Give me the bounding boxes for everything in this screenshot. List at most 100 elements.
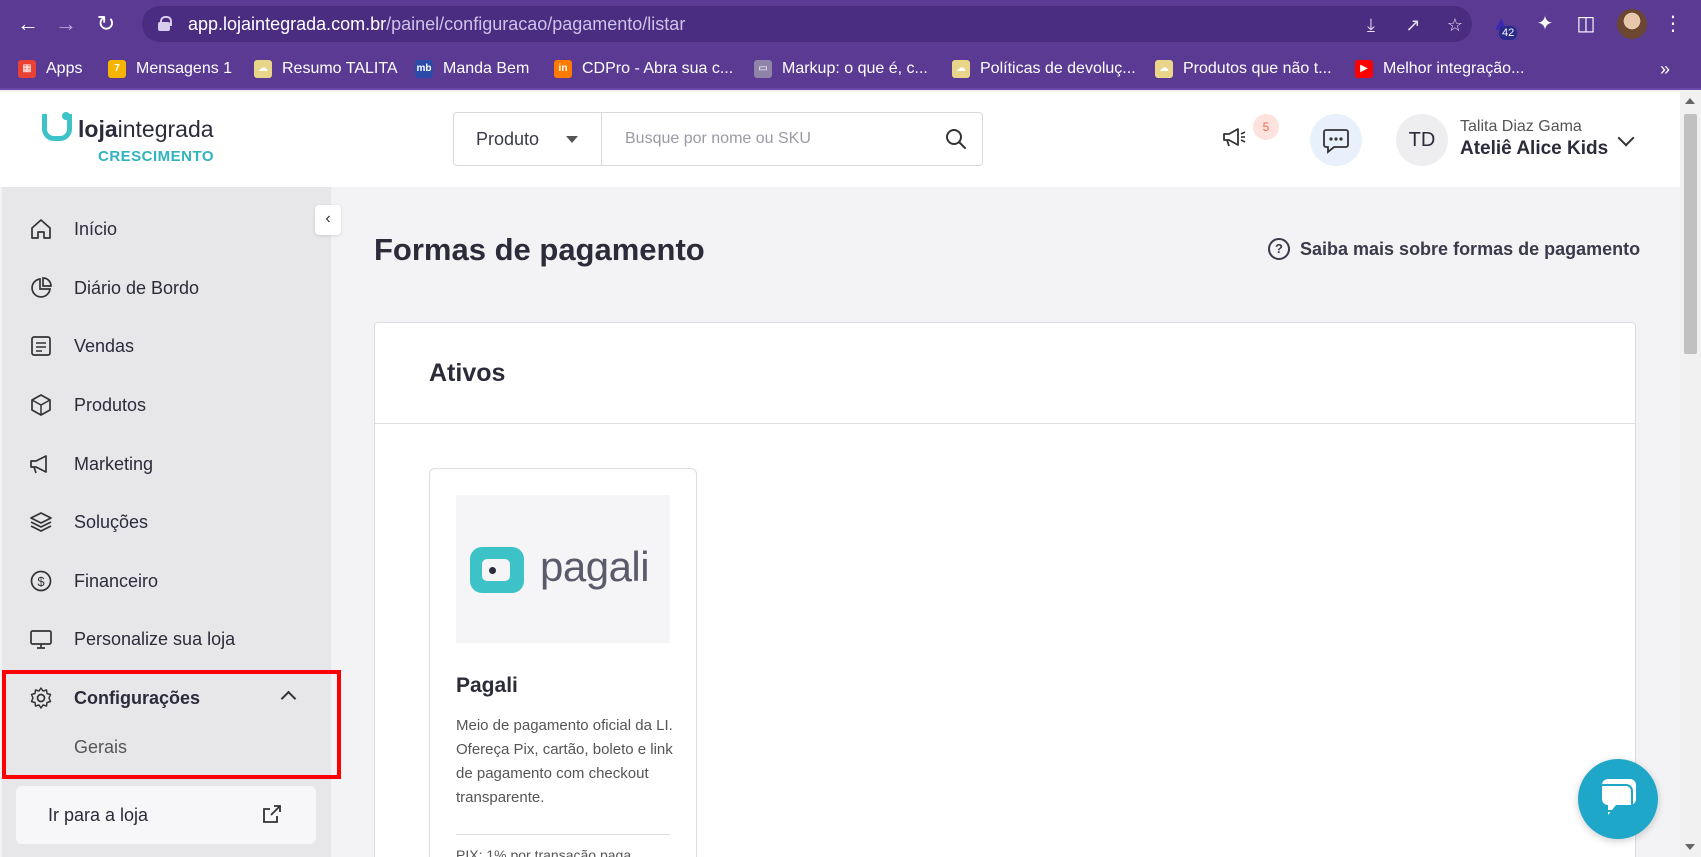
highlight-annotation bbox=[2, 670, 341, 779]
search-input[interactable] bbox=[603, 113, 923, 165]
bookmark-item[interactable]: in CDPro - Abra sua c... bbox=[554, 57, 733, 81]
cloud-icon: ☁ bbox=[1155, 60, 1173, 78]
side-panel-icon[interactable]: ◫ bbox=[1573, 11, 1599, 37]
forward-arrow-icon[interactable]: → bbox=[52, 10, 80, 38]
bookmarks-overflow-button[interactable]: » bbox=[1660, 57, 1670, 81]
message-bubble-icon: 7 bbox=[108, 60, 126, 78]
bookmark-item[interactable]: ☁ Resumo TALITA bbox=[254, 57, 398, 81]
question-circle-icon: ? bbox=[1268, 238, 1290, 260]
sidebar-item-label: Diário de Bordo bbox=[74, 277, 200, 298]
extension-badge: 42 bbox=[1499, 26, 1518, 40]
scroll-down-arrow-icon[interactable] bbox=[1685, 844, 1695, 850]
sidebar-item-produtos[interactable]: Produtos bbox=[28, 390, 146, 420]
divider bbox=[456, 834, 670, 835]
logo-mark-icon bbox=[42, 112, 72, 141]
sidebar-item-personalize[interactable]: Personalize sua loja bbox=[28, 624, 235, 654]
megaphone-icon[interactable] bbox=[1221, 125, 1247, 149]
messages-button[interactable] bbox=[1310, 114, 1362, 166]
youtube-icon: ▶ bbox=[1355, 60, 1373, 78]
bookmark-item[interactable]: ▭ Markup: o que é, c... bbox=[754, 57, 928, 81]
dollar-circle-icon: $ bbox=[30, 570, 52, 592]
sidebar-item-vendas[interactable]: Vendas bbox=[28, 331, 134, 361]
bookmark-item[interactable]: ▶ Melhor integração... bbox=[1355, 57, 1524, 81]
search-bar: Produto bbox=[453, 112, 983, 166]
pie-chart-icon bbox=[31, 277, 52, 298]
search-type-select[interactable]: Produto bbox=[454, 113, 602, 165]
logo-light: integrada bbox=[117, 116, 214, 142]
sidebar-item-financeiro[interactable]: $ Financeiro bbox=[28, 566, 158, 596]
help-link[interactable]: ? Saiba mais sobre formas de pagamento bbox=[1268, 238, 1640, 260]
bookmark-item[interactable]: mb Manda Bem bbox=[415, 57, 529, 81]
address-bar[interactable]: app.lojaintegrada.com.br/painel/configur… bbox=[142, 6, 1472, 42]
chat-widget-button[interactable] bbox=[1578, 759, 1658, 839]
chat-bubble-icon bbox=[1323, 129, 1349, 154]
cloud-icon: ☁ bbox=[254, 60, 272, 78]
card-description: Meio de pagamento oficial da LI. Ofereça… bbox=[456, 717, 673, 806]
layers-icon bbox=[30, 512, 52, 532]
lock-icon bbox=[158, 16, 172, 31]
sidebar-item-label: Personalize sua loja bbox=[74, 628, 236, 649]
page-scrollbar[interactable] bbox=[1680, 92, 1701, 857]
store-name[interactable]: Ateliê Alice Kids bbox=[1460, 138, 1608, 160]
logo-bold: loja bbox=[78, 116, 118, 142]
sidebar-item-label: Vendas bbox=[74, 335, 135, 356]
sidebar-item-label: Início bbox=[74, 218, 118, 239]
site-logo-icon: ▭ bbox=[754, 60, 772, 78]
inter-logo-icon: in bbox=[554, 60, 572, 78]
go-to-store-button[interactable]: Ir para a loja bbox=[16, 786, 316, 844]
external-link-icon bbox=[263, 805, 281, 823]
bookmark-star-icon[interactable]: ☆ bbox=[1444, 14, 1466, 36]
sidebar-item-inicio[interactable]: Início bbox=[28, 214, 117, 244]
cloud-icon: ☁ bbox=[952, 60, 970, 78]
sidebar-item-label: Financeiro bbox=[74, 570, 159, 591]
scroll-thumb[interactable] bbox=[1684, 114, 1697, 354]
bookmark-item[interactable]: ☁ Políticas de devoluç... bbox=[952, 57, 1136, 81]
install-app-icon[interactable]: ⤓ bbox=[1360, 14, 1382, 36]
sidebar-item-marketing[interactable]: Marketing bbox=[28, 449, 153, 479]
sidebar-item-label: Soluções bbox=[74, 511, 149, 532]
apps-grid-icon: ▦ bbox=[18, 60, 36, 78]
reload-icon[interactable]: ↻ bbox=[92, 10, 120, 38]
profile-avatar[interactable] bbox=[1617, 9, 1647, 39]
payment-methods-panel: Ativos pagali Pagali Meio de pagamento o… bbox=[374, 322, 1636, 857]
bookmarks-bar: ▦ Apps 7 Mensagens 1 ☁ Resumo TALITA mb Mand… bbox=[0, 48, 1701, 90]
card-title: Pagali bbox=[456, 674, 518, 697]
chevron-down-icon[interactable] bbox=[1617, 129, 1635, 147]
url-text: app.lojaintegrada.com.br/painel/configur… bbox=[188, 14, 686, 34]
sidebar-item-label: Marketing bbox=[74, 453, 154, 474]
scroll-up-arrow-icon[interactable] bbox=[1685, 98, 1695, 104]
collapse-sidebar-button[interactable]: ‹ bbox=[315, 205, 341, 235]
bookmark-item[interactable]: ☁ Produtos que não t... bbox=[1155, 57, 1332, 81]
search-icon[interactable] bbox=[944, 127, 968, 151]
pagali-wordmark: pagali bbox=[540, 543, 650, 590]
box-icon bbox=[31, 394, 51, 416]
mb-logo-icon: mb bbox=[415, 60, 433, 78]
card-fee: PIX: 1% por transação paga bbox=[456, 847, 632, 857]
plan-label: CRESCIMENTO bbox=[98, 148, 215, 165]
divider bbox=[375, 423, 1635, 424]
section-title: Ativos bbox=[429, 359, 506, 387]
megaphone-icon bbox=[30, 455, 47, 474]
share-icon[interactable]: ↗ bbox=[1402, 14, 1424, 36]
sidebar-item-solucoes[interactable]: Soluções bbox=[28, 507, 148, 537]
bookmark-item[interactable]: 7 Mensagens 1 bbox=[108, 57, 232, 81]
browser-toolbar: ← → ↻ app.lojaintegrada.com.br/painel/co… bbox=[0, 0, 1701, 48]
chevron-left-icon: ‹ bbox=[325, 210, 331, 227]
monitor-icon bbox=[30, 630, 52, 649]
sidebar-item-label: Produtos bbox=[74, 394, 147, 415]
puzzle-icon[interactable]: ✦ bbox=[1532, 11, 1558, 37]
notification-badge: 5 bbox=[1253, 114, 1279, 140]
bookmark-item[interactable]: ▦ Apps bbox=[18, 57, 82, 81]
svg-text:$: $ bbox=[37, 574, 45, 589]
avatar[interactable]: TD bbox=[1396, 114, 1448, 166]
payment-method-card[interactable]: pagali Pagali Meio de pagamento oficial … bbox=[429, 468, 697, 857]
pagali-mark-icon bbox=[470, 547, 524, 593]
pagali-logo: pagali bbox=[456, 495, 670, 643]
back-arrow-icon[interactable]: ← bbox=[14, 10, 42, 38]
home-icon bbox=[31, 219, 51, 239]
kebab-menu-icon[interactable]: ⋮ bbox=[1660, 11, 1686, 37]
chat-bubbles-icon bbox=[1597, 779, 1636, 815]
user-name: Talita Diaz Gama bbox=[1460, 118, 1582, 135]
page-title: Formas de pagamento bbox=[374, 232, 705, 267]
sidebar-item-diario-de-bordo[interactable]: Diário de Bordo bbox=[28, 273, 199, 303]
